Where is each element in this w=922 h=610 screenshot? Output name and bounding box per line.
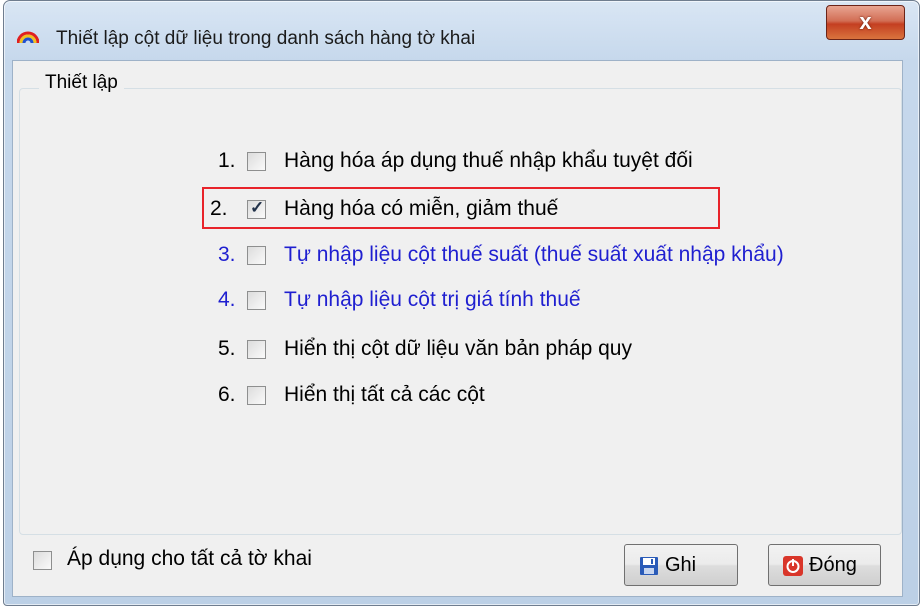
- floppy-disk-icon: [640, 557, 658, 575]
- window-close-button[interactable]: x: [826, 5, 905, 40]
- save-button-label: Ghi: [665, 554, 697, 576]
- close-button[interactable]: Đóng: [768, 544, 881, 586]
- option-3-number: 3.: [218, 243, 236, 266]
- option-1-number: 1.: [218, 149, 236, 172]
- option-3-label[interactable]: Tự nhập liệu cột thuế suất (thuế suất xu…: [284, 243, 784, 267]
- option-1-checkbox[interactable]: [247, 152, 266, 171]
- option-6-label[interactable]: Hiển thị tất cả các cột: [284, 383, 485, 407]
- option-1-label[interactable]: Hàng hóa áp dụng thuế nhập khẩu tuyệt đố…: [284, 149, 693, 173]
- option-6-number: 6.: [218, 383, 236, 406]
- save-button[interactable]: Ghi: [624, 544, 738, 586]
- option-6-checkbox[interactable]: [247, 386, 266, 405]
- apply-all-label[interactable]: Áp dụng cho tất cả tờ khai: [67, 547, 312, 571]
- option-3-checkbox[interactable]: [247, 246, 266, 265]
- option-5-checkbox[interactable]: [247, 340, 266, 359]
- option-5-number: 5.: [218, 337, 236, 360]
- highlight-box: [202, 187, 720, 229]
- option-5-label[interactable]: Hiển thị cột dữ liệu văn bản pháp quy: [284, 337, 632, 361]
- rainbow-app-icon: [17, 31, 39, 44]
- option-4-number: 4.: [218, 288, 236, 311]
- option-4-checkbox[interactable]: [247, 291, 266, 310]
- close-button-label: Đóng: [809, 554, 857, 576]
- option-4-label[interactable]: Tự nhập liệu cột trị giá tính thuế: [284, 288, 581, 312]
- groupbox-title: Thiết lập: [39, 72, 124, 94]
- apply-all-checkbox[interactable]: [33, 551, 52, 570]
- window-title: Thiết lập cột dữ liệu trong danh sách hà…: [56, 28, 476, 49]
- power-icon: [783, 556, 803, 576]
- title-bar[interactable]: Thiết lập cột dữ liệu trong danh sách hà…: [4, 1, 919, 61]
